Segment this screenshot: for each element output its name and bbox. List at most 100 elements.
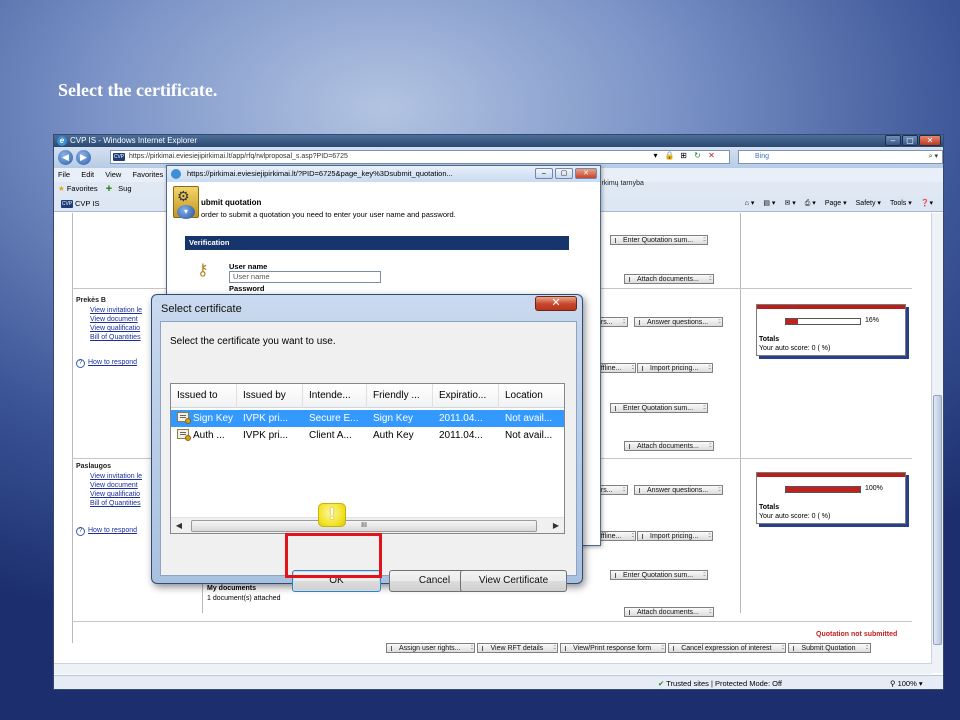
column-issued-by[interactable]: Issued by <box>237 384 303 408</box>
username-field[interactable]: User name <box>229 271 381 283</box>
enter-quotation-button[interactable]: Enter Quotation sum... <box>610 235 709 245</box>
quote-window-url: https://pirkimai.eviesiejipirkimai.lt/?P… <box>187 169 453 178</box>
close-button[interactable]: ✕ <box>575 168 597 179</box>
link-boq[interactable]: Bill of Quantities <box>90 500 141 507</box>
close-button[interactable]: ✕ <box>919 135 941 146</box>
help-circle-icon: ? <box>76 527 85 536</box>
cancel-expression-button[interactable]: Cancel expression of interest <box>668 643 787 653</box>
search-box[interactable]: Bing ⌕ ▾ <box>738 150 943 164</box>
ie-titlebar: e CVP IS - Windows Internet Explorer – ▢… <box>54 135 943 147</box>
how-to-respond-link[interactable]: ? How to respond <box>76 527 137 536</box>
attach-documents-button[interactable]: Attach documents... <box>624 607 714 617</box>
zoom-level[interactable]: ⚲ 100% ▾ <box>890 676 923 689</box>
safety-menu[interactable]: Safety ▾ <box>856 196 881 212</box>
scroll-right-icon[interactable]: ▶ <box>550 520 562 532</box>
link-documents[interactable]: View document <box>90 482 138 489</box>
forward-icon[interactable]: ▶ <box>76 150 91 165</box>
feeds-icon[interactable]: ▤ ▾ <box>763 196 775 212</box>
minimize-button[interactable]: – <box>885 135 901 146</box>
lock-icon[interactable]: 🔒 <box>664 150 675 162</box>
print-icon[interactable]: ⎙ ▾ <box>805 196 816 212</box>
submit-quotation-button[interactable]: Submit Quotation <box>788 643 871 653</box>
column-expiration[interactable]: Expiratio... <box>433 384 499 408</box>
menu-edit[interactable]: Edit <box>81 170 94 179</box>
column-issued-to[interactable]: Issued to <box>171 384 237 408</box>
quote-window-controls: – ▢ ✕ <box>535 168 597 179</box>
menu-view[interactable]: View <box>105 170 121 179</box>
cell-issued-by: IVPK pri... <box>243 430 289 441</box>
home-icon[interactable]: ⌂ ▾ <box>745 196 755 212</box>
help-menu[interactable]: ❓▾ <box>921 196 933 212</box>
answer-questions-button[interactable]: Answer questions... <box>634 317 724 327</box>
assign-user-rights-button[interactable]: Assign user rights... <box>386 643 476 653</box>
score-fill <box>786 319 798 324</box>
scroll-thumb[interactable] <box>933 395 942 645</box>
link-qualification[interactable]: View qualificatio <box>90 491 140 498</box>
zoom-label: 100% <box>897 679 917 688</box>
cell-expiration: 2011.04... <box>439 413 483 424</box>
address-bar[interactable]: CVP https://pirkimai.eviesiejipirkimai.l… <box>110 150 730 164</box>
horizontal-scrollbar[interactable] <box>54 663 932 674</box>
view-certificate-button[interactable]: View Certificate <box>460 570 567 592</box>
link-qualification[interactable]: View qualificatio <box>90 325 140 332</box>
link-invitation[interactable]: View invitation le <box>90 473 142 480</box>
ie-window: e CVP IS - Windows Internet Explorer – ▢… <box>53 134 944 690</box>
minimize-button[interactable]: – <box>535 168 553 179</box>
search-icon[interactable]: ⌕ ▾ <box>929 151 938 163</box>
certificate-row-sign-key[interactable]: Sign Key IVPK pri... Secure E... Sign Ke… <box>171 410 564 427</box>
enter-quotation-button[interactable]: Enter Quotation sum... <box>610 570 709 580</box>
view-print-response-button[interactable]: View/Print response form <box>560 643 667 653</box>
import-pricing-button[interactable]: Import pricing... <box>637 531 714 541</box>
keys-icon: ⚷ <box>197 262 209 279</box>
scroll-left-icon[interactable]: ◀ <box>173 520 185 532</box>
auto-score: Your auto score: 0 ( %) <box>759 513 831 520</box>
how-to-label: How to respond <box>88 359 138 366</box>
cell-friendly: Auth Key <box>373 430 414 441</box>
how-to-respond-link[interactable]: ? How to respond <box>76 359 138 368</box>
link-invitation[interactable]: View invitation le <box>90 307 142 314</box>
dropdown-icon[interactable]: ▾ <box>650 150 661 162</box>
maximize-button[interactable]: ▢ <box>902 135 918 146</box>
link-boq[interactable]: Bill of Quantities <box>90 334 141 341</box>
hscroll-thumb[interactable]: III <box>191 520 537 532</box>
maximize-button[interactable]: ▢ <box>555 168 573 179</box>
dialog-close-button[interactable]: ✕ <box>535 296 577 311</box>
enter-quotation-button[interactable]: Enter Quotation sum... <box>610 403 709 413</box>
page-menu[interactable]: Page ▾ <box>825 196 847 212</box>
compat-icon[interactable]: ⊞ <box>678 150 689 162</box>
answer-questions-button[interactable]: Answer questions... <box>634 485 724 495</box>
view-rft-details-button[interactable]: View RFT details <box>477 643 559 653</box>
add-favorite-icon[interactable]: ✚ <box>106 184 112 193</box>
column-friendly[interactable]: Friendly ... <box>367 384 433 408</box>
tools-menu[interactable]: Tools ▾ <box>890 196 912 212</box>
link-documents[interactable]: View document <box>90 316 138 323</box>
column-location[interactable]: Location <box>499 384 564 408</box>
chevron-down-icon[interactable]: ▾ <box>177 205 195 219</box>
browser-tab[interactable]: CVP CVP IS <box>57 196 167 212</box>
certificate-list[interactable]: Issued to Issued by Intende... Friendly … <box>170 383 565 534</box>
suggested-sites-link[interactable]: Sug <box>118 184 131 193</box>
tab-label: CVP IS <box>75 199 100 208</box>
attach-documents-button[interactable]: Attach documents... <box>624 441 714 451</box>
status-bar: ✔ Trusted sites | Protected Mode: Off ⚲ … <box>54 675 943 689</box>
column-intended[interactable]: Intende... <box>303 384 367 408</box>
attach-documents-button[interactable]: Attach documents... <box>624 274 714 284</box>
favorites-button[interactable]: Favorites <box>67 184 98 193</box>
refresh-icon[interactable]: ↻ <box>692 150 703 162</box>
quote-instruction: order to submit a quotation you need to … <box>201 210 456 219</box>
check-icon: ✔ <box>658 679 665 688</box>
favorites-star-icon[interactable]: ★ <box>58 184 65 193</box>
back-icon[interactable]: ◀ <box>58 150 73 165</box>
stop-icon[interactable]: ✕ <box>706 150 717 162</box>
mail-icon[interactable]: ✉ ▾ <box>784 196 795 212</box>
quote-heading: ubmit quotation <box>201 198 262 207</box>
ok-highlight-annotation <box>285 533 382 578</box>
certificate-row-auth-key[interactable]: Auth ... IVPK pri... Client A... Auth Ke… <box>171 427 564 444</box>
menu-favorites[interactable]: Favorites <box>132 170 163 179</box>
certificate-list-hscroll[interactable]: ◀ III ▶ <box>171 517 564 533</box>
menu-file[interactable]: File <box>58 170 70 179</box>
import-pricing-button[interactable]: Import pricing... <box>637 363 714 373</box>
score-bar <box>785 318 861 325</box>
vertical-scrollbar[interactable] <box>931 213 943 673</box>
section-title: Paslaugos <box>76 463 112 470</box>
